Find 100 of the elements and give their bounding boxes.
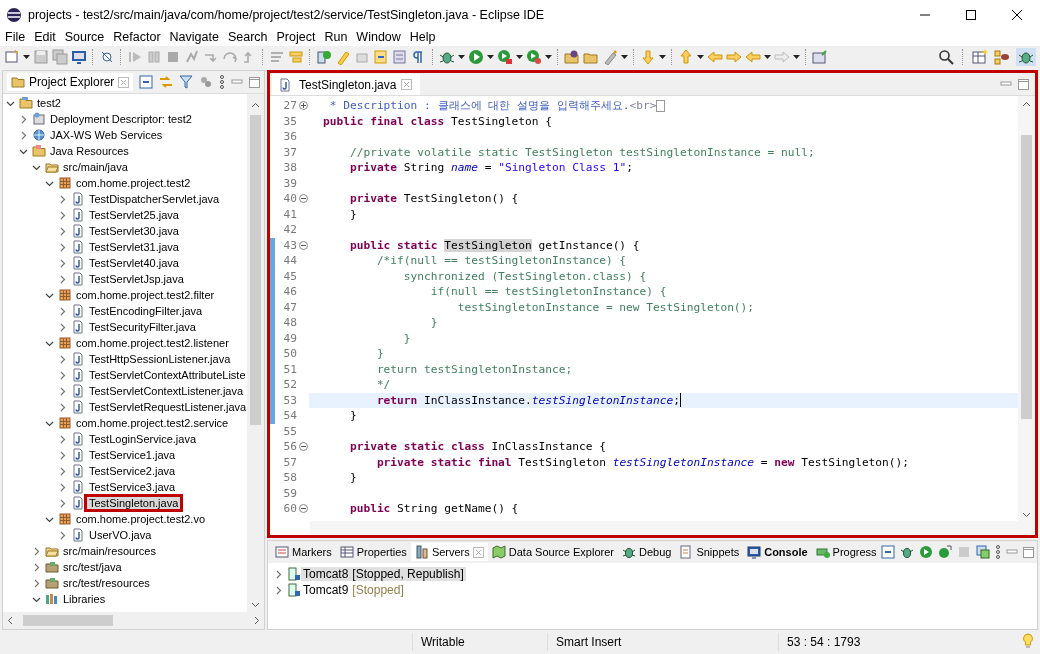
dropdown-caret-icon[interactable] — [487, 55, 494, 59]
status-text: Writable — [421, 635, 465, 649]
skip-breakpoints-icon[interactable] — [99, 49, 115, 65]
tree-item[interactable]: TestService1.java — [87, 449, 178, 461]
tree-item[interactable]: TestServlet31.java — [87, 241, 181, 253]
tree-item[interactable]: src/main/resources — [61, 545, 158, 557]
scroll-left-icon[interactable] — [7, 616, 13, 625]
menu-item[interactable]: Run — [323, 30, 349, 45]
server-name[interactable]: Tomcat8 — [301, 567, 351, 581]
tree-item[interactable]: com.home.project.test2.filter — [74, 289, 217, 301]
annotation-prev-icon[interactable] — [373, 49, 389, 65]
run-icon[interactable] — [468, 49, 484, 65]
collapse-fold-icon[interactable] — [298, 504, 308, 514]
view-tab[interactable]: Console — [743, 543, 812, 561]
search-icon[interactable] — [938, 49, 954, 65]
dots-icon[interactable] — [199, 75, 213, 89]
server-name[interactable]: Tomcat9 — [301, 583, 351, 597]
monitor-icon[interactable] — [71, 49, 87, 65]
view-menu-icon[interactable] — [995, 545, 1001, 559]
folded-region-icon[interactable] — [656, 99, 666, 112]
tree-item[interactable]: TestServlet25.java — [87, 209, 181, 221]
filter-icon[interactable] — [179, 75, 193, 89]
tree-item[interactable]: TestServletContextAttributeListe — [87, 369, 247, 381]
debug-perspective-icon[interactable] — [1016, 48, 1036, 66]
view-tab[interactable]: Snippets — [675, 543, 744, 561]
expand-fold-icon[interactable] — [298, 101, 308, 111]
menu-item[interactable]: Source — [63, 30, 106, 45]
view-tab[interactable]: Markers — [271, 543, 336, 561]
collapse-all-icon[interactable] — [139, 75, 153, 89]
menu-item[interactable]: Refactor — [112, 30, 162, 45]
tree-item[interactable]: src/test/java — [61, 561, 124, 573]
run-external-icon[interactable] — [526, 49, 542, 65]
tree-item[interactable]: TestLoginService.java — [87, 433, 198, 445]
dropdown-caret-icon[interactable] — [545, 55, 552, 59]
editor-tab[interactable]: TestSingleton.java — [272, 74, 421, 95]
dropdown-caret-icon[interactable] — [697, 55, 704, 59]
tree-item[interactable]: TestDispatcherServlet.java — [87, 193, 222, 205]
debug-icon[interactable] — [439, 49, 455, 65]
tree-item[interactable]: TestHttpSessionListener.java — [87, 353, 233, 365]
open-perspective-icon[interactable] — [972, 49, 988, 65]
tree-item[interactable]: Libraries — [61, 593, 108, 605]
dropdown-caret-icon[interactable] — [793, 55, 800, 59]
view-tab[interactable]: Progress — [811, 543, 881, 561]
menu-item[interactable]: Search — [226, 30, 269, 45]
tree-item[interactable]: TestServlet40.java — [87, 257, 181, 269]
open-project-icon[interactable] — [564, 49, 580, 65]
horizontal-scrollbar[interactable] — [3, 612, 264, 629]
view-tab[interactable]: Properties — [335, 543, 411, 561]
dropdown-caret-icon[interactable] — [458, 55, 465, 59]
tree-item[interactable]: TestServletJsp.java — [87, 273, 186, 285]
tree-item[interactable]: TestSecurityFilter.java — [87, 321, 198, 333]
collapse-fold-icon[interactable] — [298, 194, 308, 204]
run-server-icon[interactable] — [497, 49, 513, 65]
tree-item[interactable]: TestServletRequestListener.java — [87, 401, 247, 413]
tree-item[interactable]: JAX-WS Web Services — [48, 129, 165, 141]
dropdown-caret-icon[interactable] — [764, 55, 771, 59]
view-tab[interactable]: Servers — [410, 543, 488, 561]
profile-icon[interactable] — [938, 545, 952, 559]
tree-item[interactable]: Deployment Descriptor: test2 — [48, 113, 194, 125]
maximize-icon[interactable] — [966, 10, 976, 20]
collapse-all-icon[interactable] — [881, 545, 895, 559]
new-server-icon[interactable] — [316, 49, 332, 65]
pin-editor-icon[interactable] — [812, 49, 828, 65]
close-icon[interactable] — [1012, 10, 1022, 20]
menu-item[interactable]: Help — [408, 30, 437, 45]
menu-item[interactable]: Project — [275, 30, 317, 45]
dropdown-caret-icon[interactable] — [23, 55, 30, 59]
publish-icon[interactable] — [976, 545, 990, 559]
menu-item[interactable]: File — [4, 30, 27, 45]
tree-item[interactable]: TestSingleton.java — [87, 497, 181, 509]
dropdown-caret-icon[interactable] — [659, 55, 666, 59]
dropdown-caret-icon[interactable] — [516, 55, 523, 59]
scroll-right-icon[interactable] — [254, 616, 260, 625]
view-tab[interactable]: Debug — [617, 543, 676, 561]
view-tab[interactable]: Data Source Explorer — [487, 543, 618, 561]
menu-item[interactable]: Navigate — [168, 30, 220, 45]
horizontal-scrollbar[interactable] — [310, 521, 1035, 535]
tree-item[interactable]: TestServlet30.java — [87, 225, 181, 237]
menu-item[interactable]: Window — [355, 30, 402, 45]
tree-item[interactable]: com.home.project.test2 — [74, 177, 193, 189]
tree-item[interactable]: test2 — [35, 97, 63, 109]
tree-item[interactable]: src/main/java — [61, 161, 130, 173]
run-icon[interactable] — [919, 545, 933, 559]
dropdown-caret-icon[interactable] — [621, 55, 628, 59]
tree-item[interactable]: com.home.project.test2.vo — [74, 513, 207, 525]
tree-item[interactable]: UserVO.java — [87, 529, 154, 541]
tree-item[interactable]: TestEncodingFilter.java — [87, 305, 205, 317]
collapse-fold-icon[interactable] — [298, 442, 308, 452]
tree-item[interactable]: TestService2.java — [87, 465, 178, 477]
tree-item[interactable]: TestServletContextListener.java — [87, 385, 246, 397]
tree-item[interactable]: com.home.project.test2.service — [74, 417, 231, 429]
collapse-fold-icon[interactable] — [298, 240, 308, 250]
menu-item[interactable]: Edit — [33, 30, 57, 45]
java-ee-perspective-icon[interactable] — [994, 49, 1010, 65]
tree-item[interactable]: src/test/resources — [61, 577, 152, 589]
tree-item[interactable]: Java Resources — [48, 145, 131, 157]
tree-item[interactable]: com.home.project.test2.listener — [74, 337, 231, 349]
tree-item[interactable]: TestService3.java — [87, 481, 178, 493]
bug-icon[interactable] — [900, 545, 914, 559]
view-menu-icon[interactable] — [219, 75, 225, 89]
